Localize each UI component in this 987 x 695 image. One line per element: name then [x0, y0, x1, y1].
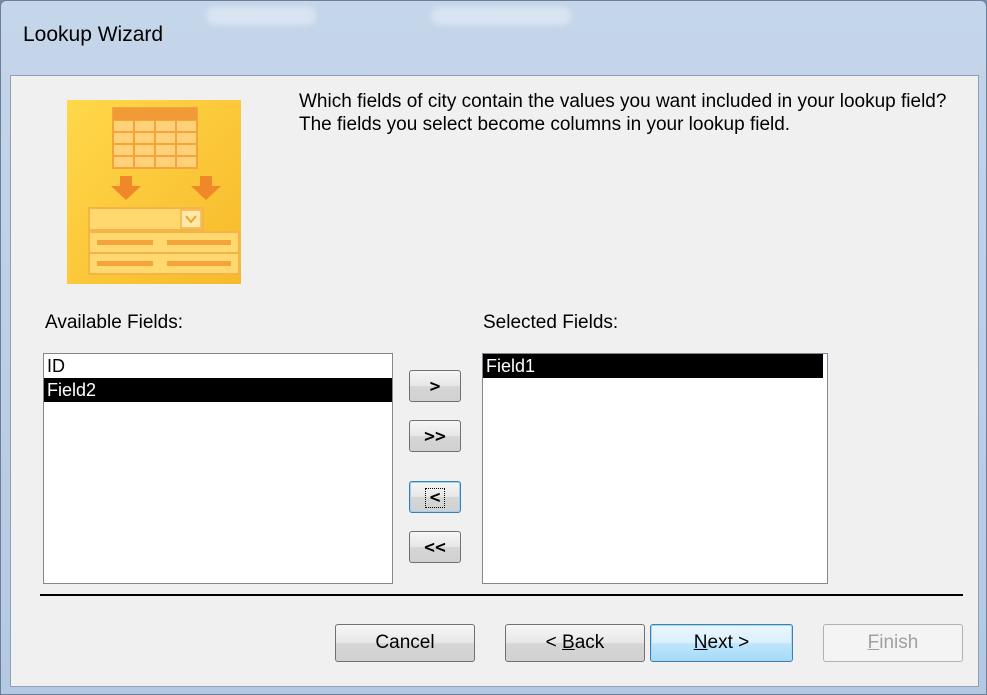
next-accelerator: N — [693, 632, 708, 653]
finish-button[interactable]: Finish — [823, 624, 963, 662]
list-item[interactable]: Field2 — [44, 378, 392, 402]
available-fields-list[interactable]: ID Field2 — [43, 353, 393, 584]
selected-fields-list[interactable]: Field1 — [482, 353, 828, 584]
add-all-fields-button[interactable]: >> — [409, 420, 461, 452]
remove-all-fields-button[interactable]: << — [409, 531, 461, 563]
cancel-button[interactable]: Cancel — [335, 624, 475, 662]
title-bar[interactable]: Lookup Wizard — [1, 1, 986, 75]
background-blur — [206, 7, 316, 25]
list-item[interactable]: Field1 — [483, 354, 823, 378]
available-fields-label: Available Fields: — [45, 312, 184, 333]
back-prefix: < — [545, 632, 563, 653]
footer-separator — [40, 594, 963, 596]
window-title: Lookup Wizard — [23, 23, 164, 46]
wizard-question: Which fields of city contain the values … — [299, 91, 947, 135]
background-blur — [431, 7, 571, 25]
remove-field-label: < — [424, 487, 446, 508]
finish-rest: inish — [879, 632, 919, 653]
lookup-wizard-illustration-icon — [67, 100, 241, 284]
back-button[interactable]: < Back — [505, 624, 645, 662]
selected-fields-label: Selected Fields: — [483, 312, 619, 333]
next-rest: ext > — [707, 632, 750, 653]
remove-field-button[interactable]: < — [409, 481, 461, 513]
finish-accelerator: F — [867, 632, 880, 653]
list-item[interactable]: ID — [44, 354, 392, 378]
add-field-button[interactable]: > — [409, 370, 461, 402]
back-rest: ack — [574, 632, 605, 653]
back-accelerator: B — [562, 632, 575, 653]
next-button[interactable]: Next > — [650, 624, 793, 662]
lookup-wizard-window: Lookup Wizard Which fields of city conta… — [0, 0, 987, 695]
wizard-content: Which fields of city contain the values … — [10, 75, 979, 687]
